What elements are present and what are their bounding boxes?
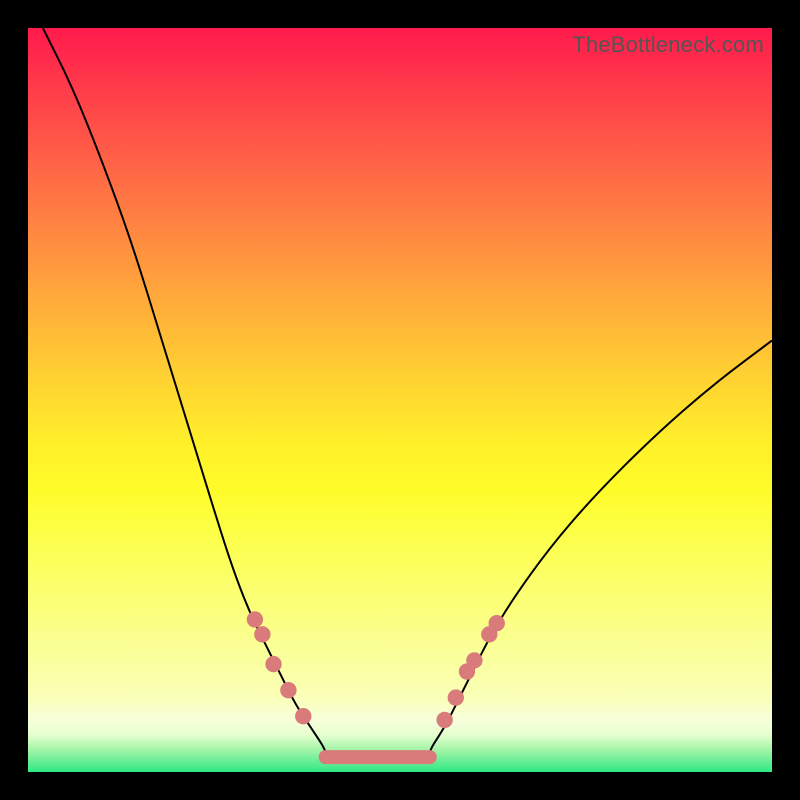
highlight-dot [466,652,482,668]
highlight-dot [265,656,281,672]
curve-left-branch [43,28,430,761]
highlight-dot [448,689,464,705]
highlight-dot [254,626,270,642]
highlight-dot [489,615,505,631]
chart-svg [28,28,772,772]
plot-area: TheBottleneck.com [28,28,772,772]
chart-frame: TheBottleneck.com [0,0,800,800]
highlight-dot [280,682,296,698]
highlight-dot [436,712,452,728]
highlight-dot [295,708,311,724]
highlight-dot [247,611,263,627]
curve-right-branch [326,340,772,760]
highlight-dots-group [247,611,505,728]
